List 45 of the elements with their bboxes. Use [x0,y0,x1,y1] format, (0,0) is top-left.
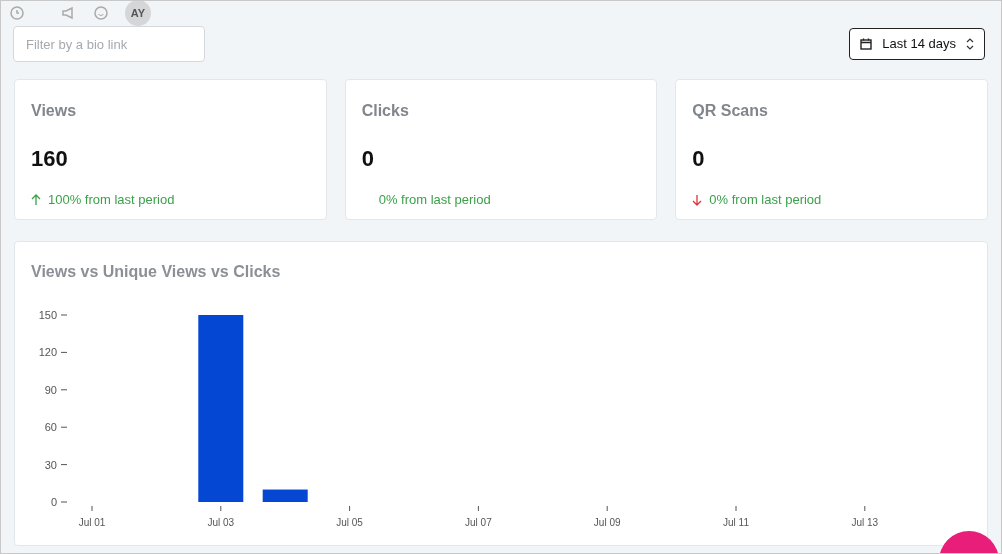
y-tick [60,314,68,316]
x-axis-label: Jul 03 [207,517,235,528]
y-axis-label: 90 [44,383,57,396]
y-tick [60,501,68,503]
x-tick [91,505,93,512]
x-axis-label: Jul 11 [723,517,749,528]
stat-value: 160 [31,145,69,173]
arrow-down-icon [692,193,703,206]
y-axis-label: 0 [50,496,57,508]
y-tick [60,464,68,466]
x-axis-label: Jul 05 [336,517,363,528]
x-axis-label: Jul 07 [465,517,492,528]
arrow-up-icon [31,193,41,206]
stat-title: Views [31,101,78,121]
stat-title: Clicks [361,101,410,121]
smiley-icon[interactable] [93,5,109,21]
y-axis-label: 150 [38,309,57,321]
clock-icon[interactable] [9,5,25,21]
chart-title: Views vs Unique Views vs Clicks [30,262,282,282]
stat-title: QR Scans [692,101,769,121]
x-tick [606,505,608,512]
y-axis-label: 60 [44,421,57,434]
x-axis-label: Jul 09 [593,517,621,528]
stat-value: 0 [692,145,706,173]
filter-input[interactable]: Filter by a bio link [13,26,205,62]
y-tick [60,426,68,428]
date-range-button[interactable]: Last 14 days [849,28,985,60]
chevron-up-down-icon [966,38,974,50]
change-text: 100% from last period [48,191,175,209]
change-text: 0% from last period [378,191,491,209]
x-axis-label: Jul 01 [78,517,106,528]
stat-value: 0 [361,145,375,173]
x-tick [864,505,866,512]
y-tick [60,389,68,391]
x-tick [735,505,737,512]
y-axis-label: 30 [44,458,57,471]
x-tick [349,505,351,512]
x-tick [220,505,222,512]
avatar[interactable]: AY [125,1,151,26]
y-tick [60,351,68,353]
change-text: 0% from last period [709,191,822,209]
x-tick [477,505,479,512]
x-axis-label: Jul 13 [851,517,879,528]
calendar-icon [860,38,873,50]
y-axis-label: 120 [38,346,57,359]
